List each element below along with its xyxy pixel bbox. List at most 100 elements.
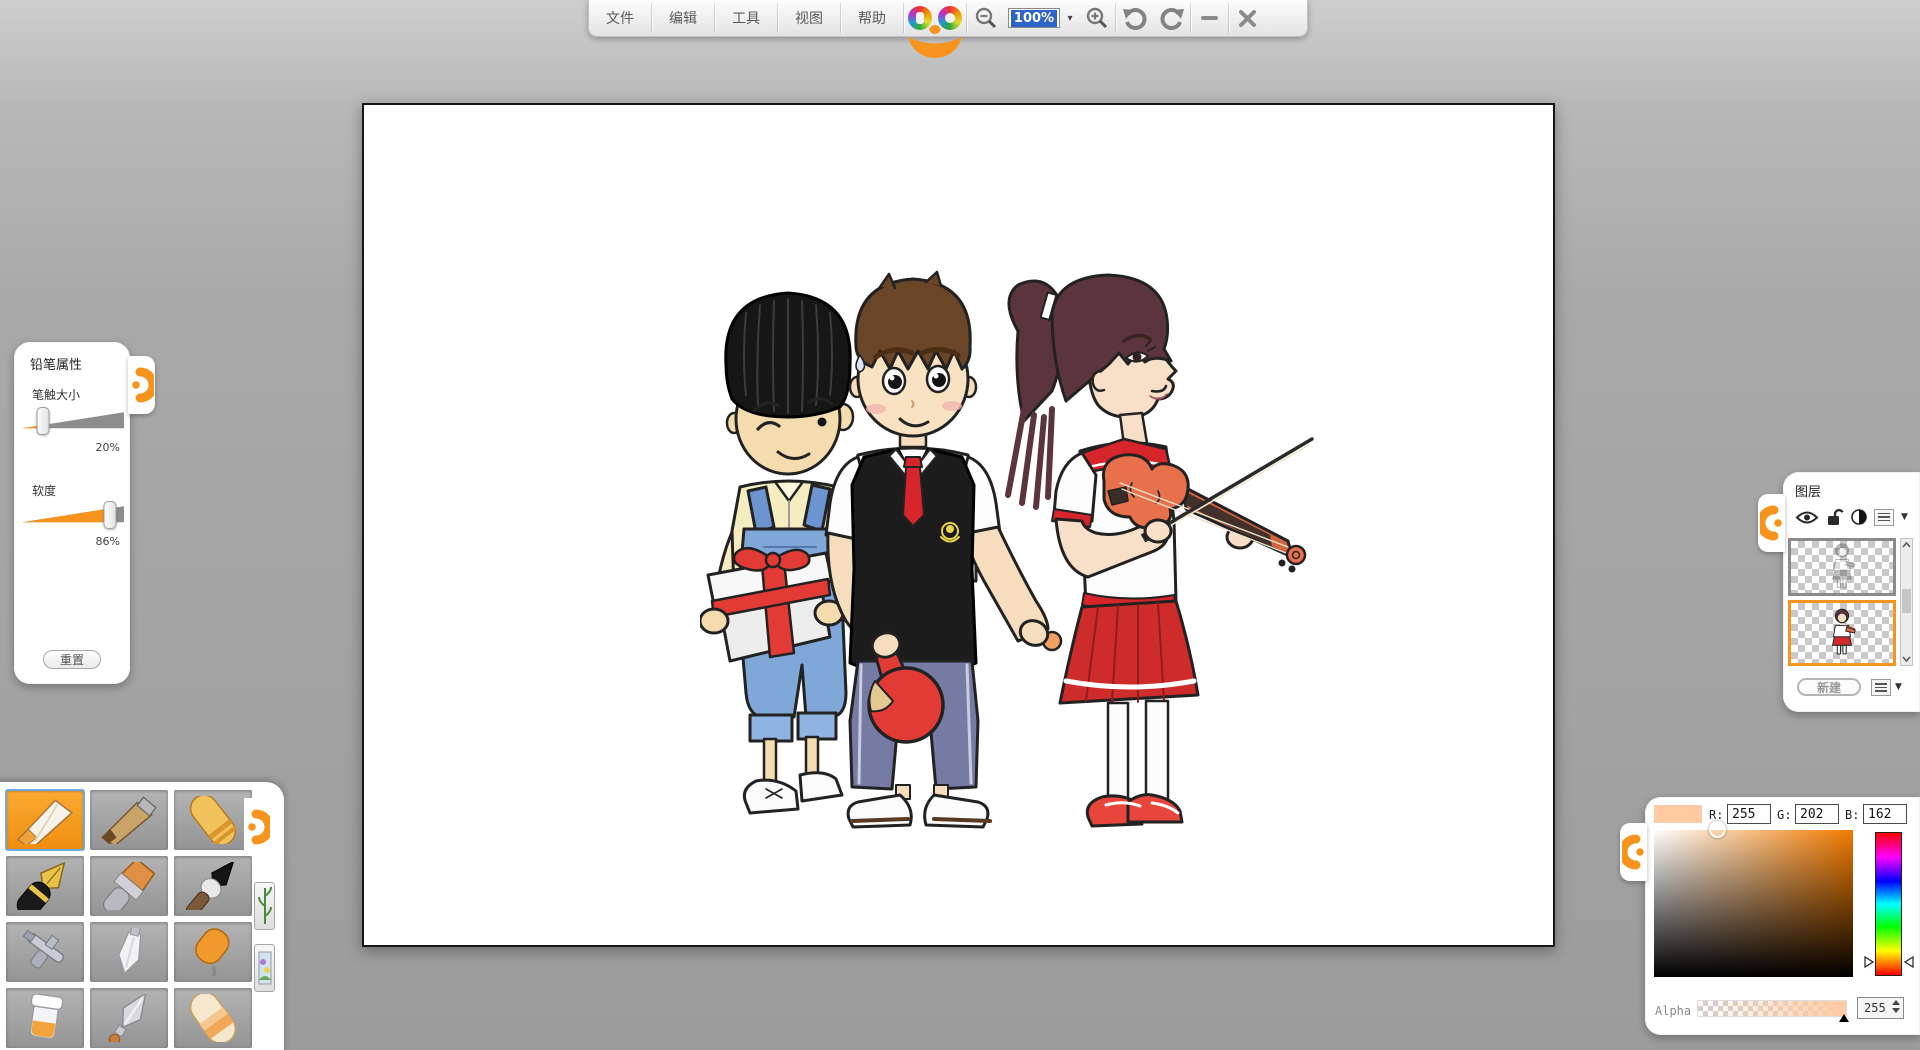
softness-label: 软度 bbox=[32, 482, 56, 499]
figure-girl-violin bbox=[1008, 275, 1312, 826]
hue-slider[interactable] bbox=[1875, 832, 1902, 976]
layers-panel-title: 图层 bbox=[1795, 481, 1821, 500]
layer-item-sketch[interactable] bbox=[1788, 538, 1896, 596]
zoom-level-value: 100% bbox=[1011, 10, 1057, 27]
panel-grip-icon bbox=[1622, 830, 1646, 874]
panel-grip-icon bbox=[246, 805, 270, 849]
pencil-panel-title: 铅笔属性 bbox=[30, 354, 82, 373]
red-input[interactable] bbox=[1727, 804, 1771, 824]
mascot-left-eye-icon[interactable] bbox=[908, 6, 932, 30]
mascot-face bbox=[904, 0, 966, 36]
current-color-swatch bbox=[1654, 805, 1702, 823]
layers-options-caret-icon[interactable]: ▼ bbox=[1895, 682, 1902, 692]
layers-scrollbar[interactable] bbox=[1900, 538, 1913, 666]
layer-blend-icon[interactable] bbox=[1851, 509, 1867, 525]
menu-help[interactable]: 帮助 bbox=[841, 0, 903, 36]
tool-paint-roller[interactable] bbox=[174, 922, 252, 982]
layers-options-button[interactable] bbox=[1871, 679, 1891, 696]
brush-size-value: 20% bbox=[96, 441, 120, 454]
tool-carving-blade[interactable] bbox=[90, 988, 168, 1048]
color-selection-cursor[interactable] bbox=[1709, 821, 1726, 838]
brush-size-handle[interactable] bbox=[37, 407, 50, 435]
canvas-artwork bbox=[700, 269, 1326, 857]
tool-palette-collapse-handle[interactable] bbox=[244, 798, 271, 856]
redo-icon bbox=[1159, 6, 1185, 30]
layer-item-girl[interactable] bbox=[1788, 600, 1896, 666]
brush-size-slider[interactable] bbox=[22, 408, 124, 434]
main-toolbar: 文件 编辑 工具 视图 帮助 1 bbox=[588, 0, 1308, 37]
tool-wood-pencil[interactable] bbox=[90, 790, 168, 850]
sketch-layer-thumbnail bbox=[1823, 541, 1861, 593]
new-layer-button[interactable]: 新建 bbox=[1797, 678, 1861, 696]
menu-view[interactable]: 视图 bbox=[778, 0, 840, 36]
undo-button[interactable] bbox=[1116, 0, 1153, 36]
tool-grid bbox=[6, 790, 252, 1048]
menu-tools[interactable]: 工具 bbox=[715, 0, 777, 36]
green-input[interactable] bbox=[1795, 804, 1839, 824]
minimize-button[interactable] bbox=[1191, 0, 1228, 36]
zoom-in-button[interactable] bbox=[1078, 0, 1115, 36]
saturation-value-gradient[interactable] bbox=[1654, 830, 1853, 977]
zoom-out-button[interactable] bbox=[967, 0, 1004, 36]
bamboo-stamp-button[interactable] bbox=[254, 882, 275, 930]
tool-palette-knife[interactable] bbox=[90, 922, 168, 982]
alpha-value-box[interactable]: 255 bbox=[1857, 997, 1904, 1019]
close-button[interactable] bbox=[1229, 0, 1266, 36]
zoom-in-icon bbox=[1085, 6, 1109, 30]
zoom-level-input[interactable]: 100% bbox=[1008, 8, 1060, 28]
layers-panel: 图层 ▼ bbox=[1783, 472, 1920, 712]
panel-grip-icon bbox=[1760, 501, 1784, 545]
alpha-label: Alpha bbox=[1655, 1004, 1691, 1018]
softness-handle[interactable] bbox=[103, 501, 116, 529]
tool-crayon[interactable] bbox=[174, 790, 252, 850]
softness-value: 86% bbox=[96, 535, 120, 548]
hue-marker-left-icon[interactable] bbox=[1864, 953, 1874, 972]
layer-menu-button[interactable] bbox=[1874, 509, 1894, 526]
hue-marker-right-icon[interactable] bbox=[1904, 953, 1914, 972]
color-picker-panel: R: G: B: Alpha 255 bbox=[1645, 797, 1920, 1035]
tool-fountain-pen[interactable] bbox=[6, 856, 84, 916]
alpha-slider[interactable] bbox=[1697, 1000, 1847, 1017]
redo-button[interactable] bbox=[1153, 0, 1190, 36]
picture-icon bbox=[258, 948, 272, 988]
softness-slider[interactable] bbox=[22, 502, 124, 528]
layer-lock-icon[interactable] bbox=[1826, 508, 1844, 526]
mascot-right-eye-icon[interactable] bbox=[938, 6, 962, 30]
zoom-dropdown-button[interactable]: ▾ bbox=[1062, 0, 1078, 36]
scroll-up-icon[interactable] bbox=[1901, 539, 1912, 551]
picture-stamp-button[interactable] bbox=[254, 944, 275, 992]
color-panel-collapse-handle[interactable] bbox=[1620, 823, 1647, 881]
tool-sharp-pencil[interactable] bbox=[6, 790, 84, 850]
app-window: 文件 编辑 工具 视图 帮助 1 bbox=[0, 0, 1920, 1050]
girl-layer-thumbnail bbox=[1823, 605, 1861, 661]
layers-panel-collapse-handle[interactable] bbox=[1758, 494, 1785, 552]
menu-file[interactable]: 文件 bbox=[589, 0, 651, 36]
bamboo-icon bbox=[258, 886, 272, 926]
tool-flat-brush[interactable] bbox=[90, 856, 168, 916]
brush-size-label: 笔触大小 bbox=[32, 386, 80, 403]
scrollbar-thumb[interactable] bbox=[1902, 589, 1911, 613]
tool-airbrush[interactable] bbox=[6, 922, 84, 982]
layer-menu-caret-icon[interactable]: ▼ bbox=[1901, 512, 1908, 522]
menu-edit[interactable]: 编辑 bbox=[652, 0, 714, 36]
drawing-canvas[interactable] bbox=[362, 103, 1555, 947]
pencil-panel-collapse-handle[interactable] bbox=[128, 356, 155, 414]
alpha-spinner[interactable] bbox=[1892, 1000, 1900, 1013]
alpha-value: 255 bbox=[1864, 1001, 1886, 1015]
tool-palette-panel bbox=[0, 782, 284, 1050]
close-icon bbox=[1238, 9, 1257, 28]
tool-paint-jar[interactable] bbox=[6, 988, 84, 1048]
tool-ink-brush[interactable] bbox=[174, 856, 252, 916]
tool-eraser[interactable] bbox=[174, 988, 252, 1048]
blue-label: B: bbox=[1845, 808, 1859, 822]
scroll-down-icon[interactable] bbox=[1901, 653, 1912, 665]
panel-grip-icon bbox=[130, 363, 154, 407]
reset-button[interactable]: 重置 bbox=[43, 650, 101, 669]
mascot-smile bbox=[906, 36, 964, 64]
blue-input[interactable] bbox=[1863, 804, 1907, 824]
zoom-out-icon bbox=[974, 6, 998, 30]
red-label: R: bbox=[1709, 808, 1723, 822]
layer-visibility-icon[interactable] bbox=[1795, 510, 1819, 525]
undo-icon bbox=[1122, 6, 1148, 30]
alpha-marker-icon[interactable] bbox=[1839, 1014, 1849, 1022]
